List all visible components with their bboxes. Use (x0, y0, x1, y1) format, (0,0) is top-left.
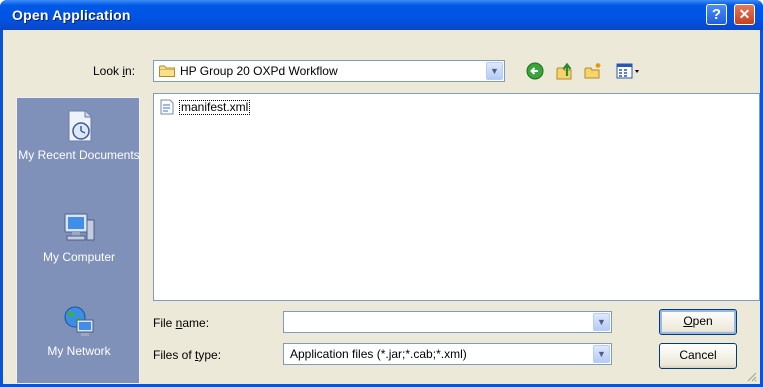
file-name-combo[interactable]: ▼ (283, 311, 612, 333)
recent-documents-icon (68, 110, 92, 142)
place-my-computer[interactable]: My Computer (17, 210, 141, 264)
chevron-down-icon: ▼ (597, 317, 606, 327)
look-in-dropdown-button[interactable]: ▼ (486, 62, 503, 80)
place-label: My Network (47, 344, 111, 358)
title-bar[interactable]: Open Application ? ✕ (0, 0, 763, 30)
chevron-down-icon: ▼ (597, 349, 606, 359)
dialog-body: Look in: HP Group 20 OXPd Workflow ▼ My … (3, 30, 760, 384)
new-folder-icon[interactable] (583, 61, 603, 81)
cancel-button[interactable]: Cancel (659, 343, 737, 369)
my-network-icon (64, 306, 94, 336)
look-in-value: HP Group 20 OXPd Workflow (180, 64, 338, 78)
places-bar: My Recent Documents My Computer My Netwo… (16, 97, 140, 384)
open-button[interactable]: Open (659, 309, 737, 335)
resize-grip-icon[interactable] (745, 370, 757, 382)
files-of-type-dropdown-button[interactable]: ▼ (593, 345, 610, 363)
place-label: My Recent Documents (18, 148, 140, 162)
chevron-down-icon: ▼ (490, 66, 499, 76)
close-button[interactable]: ✕ (734, 4, 755, 25)
place-my-network[interactable]: My Network (17, 304, 141, 358)
files-of-type-label: Files of type: (153, 348, 222, 362)
file-name-dropdown-button[interactable]: ▼ (593, 313, 610, 331)
xml-file-icon (160, 99, 174, 115)
look-in-label: Look in: (93, 64, 136, 78)
back-icon[interactable] (525, 61, 545, 81)
window-title: Open Application (12, 7, 131, 23)
files-of-type-value: Application files (*.jar;*.cab;*.xml) (290, 347, 467, 361)
up-folder-icon[interactable] (555, 61, 575, 81)
help-button[interactable]: ? (706, 4, 727, 25)
place-label: My Computer (42, 250, 116, 264)
my-computer-icon (64, 213, 95, 241)
views-menu-icon[interactable] (615, 61, 641, 81)
file-name-label: manifest.xml (179, 100, 251, 115)
folder-icon (159, 65, 175, 77)
look-in-dropdown[interactable]: HP Group 20 OXPd Workflow ▼ (153, 60, 505, 82)
open-application-dialog: Open Application ? ✕ Look in: HP Group 2… (0, 0, 763, 387)
place-my-recent-documents[interactable]: My Recent Documents (17, 108, 141, 162)
file-list[interactable]: manifest.xml (153, 93, 760, 301)
files-of-type-dropdown[interactable]: Application files (*.jar;*.cab;*.xml) ▼ (283, 343, 612, 365)
file-name-label-static: File name: (153, 316, 210, 330)
